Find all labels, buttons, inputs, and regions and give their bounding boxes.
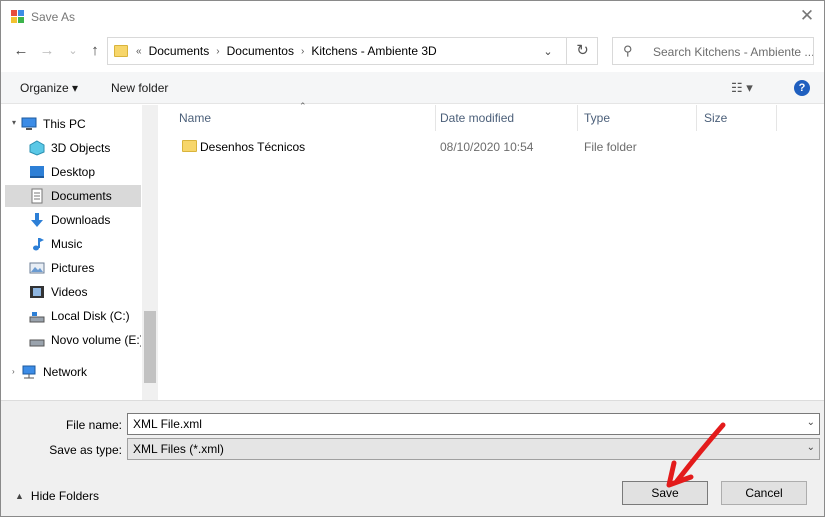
refresh-icon[interactable]: ↻ [566, 38, 598, 64]
breadcrumb-overflow[interactable]: « [133, 46, 145, 57]
folder-icon [182, 140, 197, 152]
local-disk-icon [29, 312, 45, 323]
expand-arrow-icon[interactable]: › [12, 367, 15, 376]
expand-arrow-icon[interactable]: ▾ [12, 118, 16, 127]
address-bar[interactable]: « Documents › Documentos › Kitchens - Am… [107, 37, 598, 65]
column-divider[interactable] [577, 105, 578, 131]
window-title: Save As [31, 10, 76, 24]
sidebar-item-pictures[interactable]: Pictures [29, 257, 141, 279]
breadcrumb-item-documentos[interactable]: Documentos [223, 44, 298, 58]
sidebar-item-label: 3D Objects [51, 141, 111, 155]
chevron-right-icon[interactable]: › [213, 46, 222, 57]
search-placeholder: Search Kitchens - Ambiente ... [653, 45, 813, 59]
navigation-pane: ▾ This PC 3D Objects Desktop Documents D… [1, 105, 158, 400]
up-arrow-icon[interactable]: ↑ [85, 41, 105, 61]
column-header-date-modified[interactable]: Date modified [436, 105, 514, 131]
search-input[interactable]: ⚲ Search Kitchens - Ambiente ... [612, 37, 814, 65]
breadcrumb-item-documents[interactable]: Documents [145, 44, 214, 58]
3d-objects-icon [29, 140, 45, 156]
sidebar-item-label: Documents [51, 189, 112, 203]
sidebar-item-novo-volume[interactable]: Novo volume (E:) [29, 329, 141, 351]
column-header-size[interactable]: Size [700, 105, 727, 131]
sidebar-item-label: Videos [51, 285, 88, 299]
file-list: ⌃ Name Date modified Type Size Desenhos … [159, 101, 824, 400]
sidebar-item-label: Desktop [51, 165, 96, 179]
desktop-icon [30, 166, 44, 178]
view-options-icon[interactable]: ☷ ▾ [731, 80, 753, 96]
sidebar-item-network[interactable]: Network [21, 361, 141, 383]
breadcrumb: « Documents › Documentos › Kitchens - Am… [133, 44, 441, 58]
new-folder-button[interactable]: New folder [111, 81, 168, 95]
sidebar-item-this-pc[interactable]: This PC [21, 113, 141, 135]
hide-folders-label: Hide Folders [30, 489, 99, 503]
chevron-down-icon[interactable]: ⌄ [807, 442, 815, 453]
file-name: Desenhos Técnicos [200, 140, 306, 154]
sidebar-item-desktop[interactable]: Desktop [29, 161, 141, 183]
videos-icon [30, 286, 44, 298]
column-divider[interactable] [696, 105, 697, 131]
save-as-type-value: XML Files (*.xml) [133, 442, 224, 456]
breadcrumb-item-kitchens[interactable]: Kitchens - Ambiente 3D [307, 44, 440, 58]
back-arrow-icon[interactable]: ← [11, 41, 31, 61]
documents-icon [31, 188, 43, 204]
navigation-scrollbar[interactable] [142, 105, 158, 400]
file-type: File folder [584, 140, 637, 154]
sidebar-item-music[interactable]: Music [29, 233, 141, 255]
chevron-up-icon: ▲ [15, 491, 24, 501]
folder-icon [114, 45, 128, 57]
downloads-icon [31, 213, 43, 227]
column-header-type[interactable]: Type [580, 105, 610, 131]
forward-arrow-icon[interactable]: → [37, 41, 57, 61]
close-icon[interactable]: ✕ [796, 5, 818, 27]
recent-locations-icon[interactable]: ⌄ [63, 41, 83, 61]
file-date: 08/10/2020 10:54 [440, 140, 534, 154]
file-name-label: File name: [65, 418, 122, 432]
column-header-name[interactable]: Name [175, 105, 211, 131]
save-as-type-label: Save as type: [49, 443, 122, 457]
navigation-row: ← → ⌄ ↑ « Documents › Documentos › Kitch… [1, 32, 824, 72]
command-bar: Organize ▾ New folder ☷ ▾ ? [1, 72, 824, 104]
sidebar-item-downloads[interactable]: Downloads [29, 209, 141, 231]
drive-icon [29, 339, 45, 347]
save-as-dialog: Save As ✕ ← → ⌄ ↑ « Documents › Document… [0, 0, 825, 517]
chevron-right-icon[interactable]: › [298, 46, 307, 57]
app-icon [11, 10, 24, 23]
file-name-value: XML File.xml [133, 417, 202, 431]
sidebar-item-videos[interactable]: Videos [29, 281, 141, 303]
title-bar: Save As ✕ [1, 1, 824, 32]
pictures-icon [29, 262, 45, 274]
network-icon [22, 365, 36, 379]
sidebar-item-documents[interactable]: Documents [5, 185, 141, 207]
sidebar-item-label: Pictures [51, 261, 95, 275]
chevron-down-icon[interactable]: ⌄ [807, 417, 815, 428]
scrollbar-thumb[interactable] [144, 311, 156, 383]
sidebar-item-label: This PC [43, 117, 86, 131]
sort-ascending-icon: ⌃ [299, 101, 307, 111]
sidebar-item-label: Network [43, 365, 88, 379]
red-annotation-arrow-icon [666, 422, 726, 488]
help-icon[interactable]: ? [794, 80, 810, 96]
sidebar-item-3d-objects[interactable]: 3D Objects [29, 137, 141, 159]
search-icon: ⚲ [623, 43, 633, 58]
sidebar-item-label: Local Disk (C:) [51, 309, 130, 323]
file-row[interactable]: Desenhos Técnicos 08/10/2020 10:54 File … [171, 136, 811, 158]
sidebar-item-local-disk[interactable]: Local Disk (C:) [29, 305, 141, 327]
sidebar-item-label: Downloads [51, 213, 111, 227]
organize-button[interactable]: Organize ▾ [20, 81, 78, 95]
computer-icon [21, 117, 37, 130]
column-divider[interactable] [776, 105, 777, 131]
sidebar-item-label: Music [51, 237, 83, 251]
chevron-down-icon[interactable]: ⌄ [538, 42, 558, 62]
hide-folders-button[interactable]: ▲ Hide Folders [15, 489, 99, 503]
music-icon [33, 238, 44, 251]
sidebar-item-label: Novo volume (E:) [51, 333, 141, 347]
cancel-button[interactable]: Cancel [721, 481, 807, 505]
